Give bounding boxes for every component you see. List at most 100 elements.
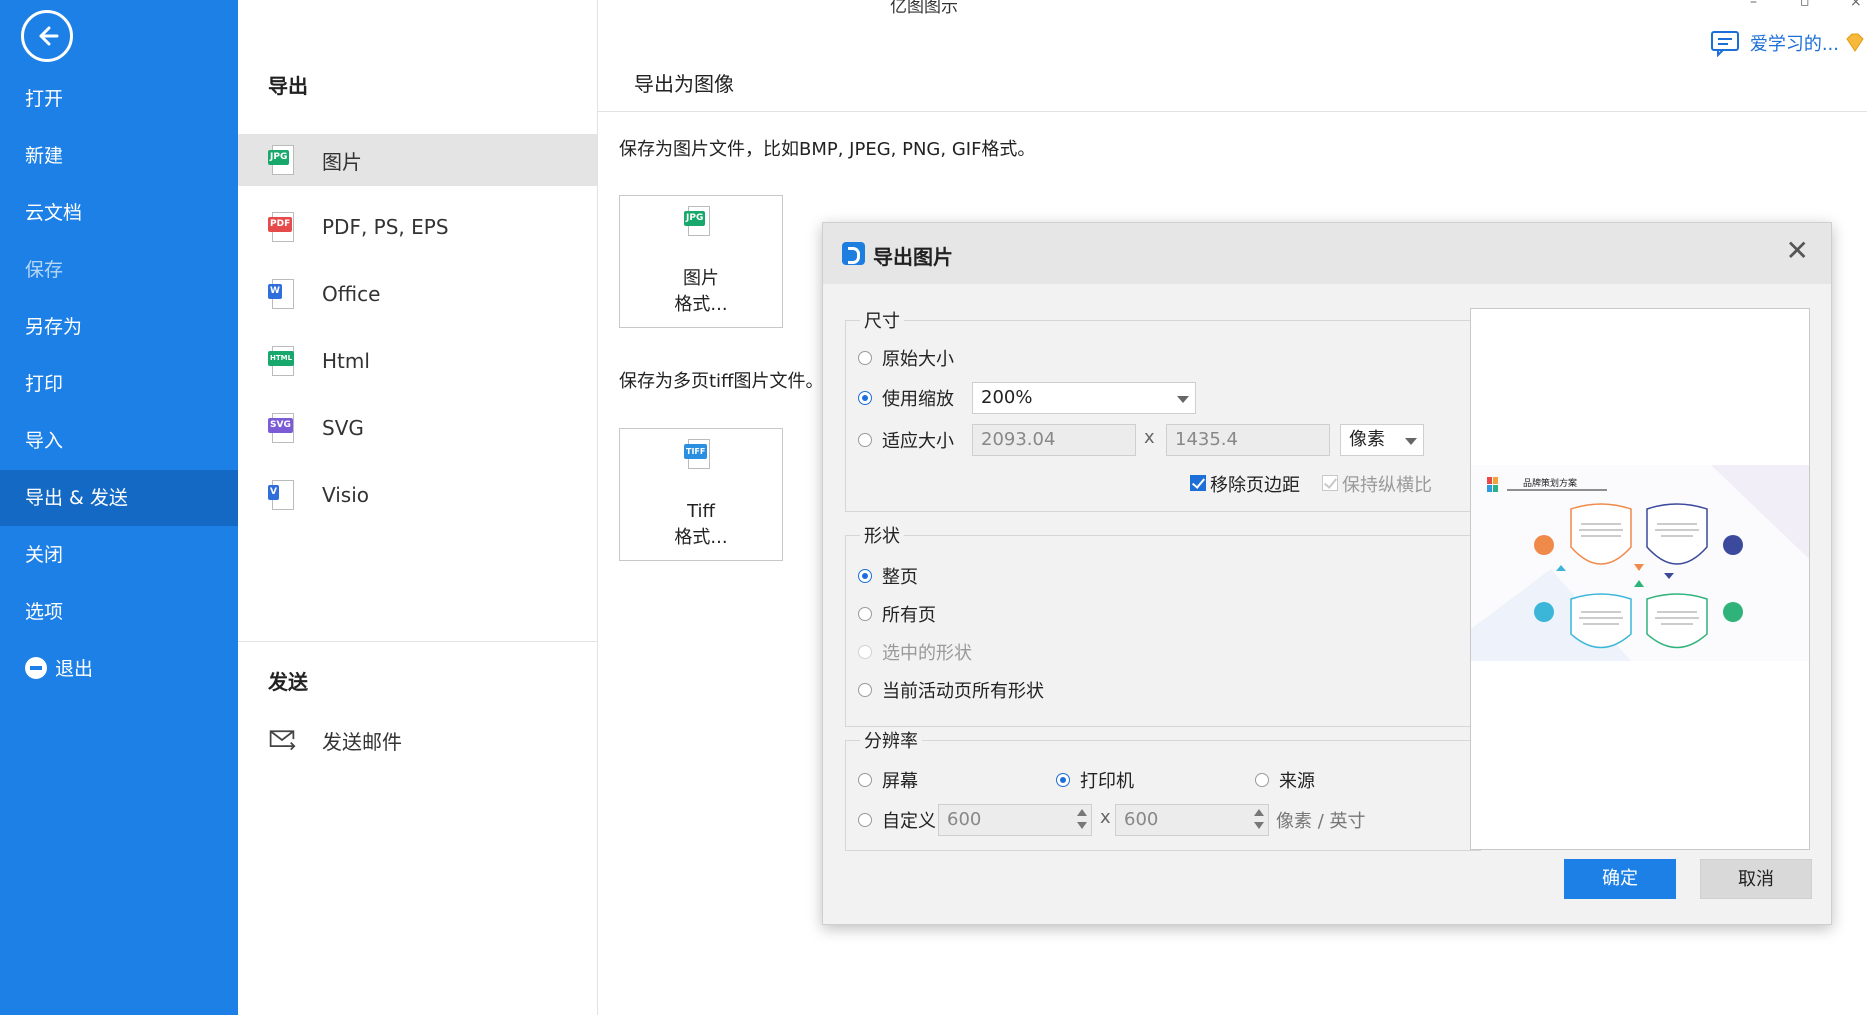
jpg-file-icon: JPG [268, 143, 296, 177]
app-title: 亿图图示 [890, 0, 958, 17]
stepper-arrows-icon[interactable] [1077, 809, 1087, 829]
feedback-icon[interactable] [1710, 29, 1742, 57]
export-item-svg[interactable]: SVG SVG [238, 402, 597, 454]
custom-label: 自定义 [882, 811, 936, 832]
sidebar: 打开 新建 云文档 保存 另存为 打印 导入 导出 & 发送 关闭 选项 退出 [0, 0, 238, 1015]
original-size-label: 原始大小 [882, 349, 954, 370]
email-send-icon [269, 730, 296, 751]
image-export-description: 保存为图片文件，比如BMP, JPEG, PNG, GIF格式。 [619, 139, 1036, 160]
use-zoom-radio[interactable] [858, 391, 872, 405]
export-item-label: PDF, PS, EPS [322, 215, 449, 239]
sidebar-item-open[interactable]: 打开 [0, 71, 238, 127]
back-button[interactable] [21, 10, 73, 62]
resolution-x-stepper[interactable]: 600 [938, 804, 1092, 836]
fit-size-radio[interactable] [858, 433, 872, 447]
sidebar-item-import[interactable]: 导入 [0, 413, 238, 469]
export-item-label: Visio [322, 483, 370, 507]
whole-page-radio[interactable] [858, 569, 872, 583]
send-email-item[interactable]: 发送邮件 [238, 714, 597, 766]
jpg-file-icon: JPG [684, 204, 712, 238]
tiff-export-description: 保存为多页tiff图片文件。 [619, 371, 824, 392]
sidebar-item-save[interactable]: 保存 [0, 242, 238, 298]
sidebar-item-new[interactable]: 新建 [0, 128, 238, 184]
unit-value: 像素 [1349, 429, 1385, 450]
sidebar-item-close[interactable]: 关闭 [0, 527, 238, 583]
sidebar-item-print[interactable]: 打印 [0, 356, 238, 412]
export-item-html[interactable]: HTML Html [238, 335, 597, 387]
chevron-down-icon [1405, 438, 1417, 445]
restore-button[interactable]: ▫ [1800, 0, 1810, 10]
resolution-y-value: 600 [1124, 809, 1159, 830]
resolution-x-value: 600 [947, 809, 982, 830]
fit-size-label: 适应大小 [882, 431, 954, 452]
resolution-times-label: x [1100, 807, 1111, 828]
dialog-close-button[interactable]: ✕ [1786, 237, 1809, 265]
pdf-file-icon: PDF [268, 210, 296, 244]
tiff-format-tile[interactable]: TIFF Tiff 格式... [619, 428, 783, 561]
user-name[interactable]: 爱学习的... [1750, 30, 1839, 56]
export-section-title: 导出 [268, 74, 308, 98]
panel-divider [238, 641, 597, 642]
resolution-y-stepper[interactable]: 600 [1115, 804, 1269, 836]
tile-label-line2: 格式... [674, 294, 728, 315]
size-times-label: x [1144, 427, 1155, 448]
sidebar-item-cloud-docs[interactable]: 云文档 [0, 185, 238, 241]
export-item-visio[interactable]: V Visio [238, 469, 597, 521]
current-page-shapes-label: 当前活动页所有形状 [882, 681, 1044, 702]
window-close-button[interactable]: × [1850, 0, 1862, 10]
shape-group-title: 形状 [860, 522, 904, 548]
unit-select[interactable]: 像素 [1340, 424, 1424, 456]
export-item-image[interactable]: JPG 图片 [238, 134, 597, 186]
custom-radio[interactable] [858, 813, 872, 827]
width-input[interactable]: 2093.04 [972, 424, 1136, 456]
content-title: 导出为图像 [634, 72, 734, 96]
resolution-group: 分辨率 屏幕 打印机 来源 自定义 600 x 600 像素 / 英寸 [845, 727, 1481, 851]
app-logo-icon [842, 242, 865, 265]
keep-ratio-checkbox[interactable] [1322, 475, 1338, 491]
user-area[interactable]: 爱学习的... [1710, 28, 1867, 58]
sidebar-item-save-as[interactable]: 另存为 [0, 299, 238, 355]
arrow-left-icon [39, 26, 59, 46]
export-item-pdf[interactable]: PDF PDF, PS, EPS [238, 201, 597, 253]
send-email-label: 发送邮件 [322, 729, 402, 754]
printer-radio[interactable] [1056, 773, 1070, 787]
export-item-label: Office [322, 282, 381, 306]
original-size-radio[interactable] [858, 351, 872, 365]
sidebar-item-exit-label: 退出 [55, 658, 94, 680]
ok-button[interactable]: 确定 [1564, 859, 1676, 899]
source-label: 来源 [1279, 771, 1315, 792]
keep-ratio-label: 保持纵横比 [1342, 475, 1432, 496]
resolution-group-title: 分辨率 [860, 727, 922, 753]
diagram-preview-image: 品牌策划方案 [1471, 465, 1809, 661]
sidebar-item-exit[interactable]: 退出 [0, 641, 238, 697]
current-page-shapes-radio[interactable] [858, 683, 872, 697]
selected-shapes-radio[interactable] [858, 645, 872, 659]
svg-file-icon: SVG [268, 411, 296, 445]
shape-group: 形状 整页 所有页 选中的形状 当前活动页所有形状 [845, 522, 1481, 727]
source-radio[interactable] [1255, 773, 1269, 787]
selected-shapes-label: 选中的形状 [882, 643, 972, 664]
export-image-dialog: 导出图片 ✕ 尺寸 原始大小 使用缩放 200% 适应大小 2093.04 x … [822, 222, 1832, 925]
zoom-value: 200% [981, 387, 1033, 408]
word-file-icon: W [268, 277, 296, 311]
remove-margin-checkbox[interactable] [1190, 475, 1206, 491]
screen-radio[interactable] [858, 773, 872, 787]
vip-diamond-icon [1846, 33, 1864, 52]
cancel-button[interactable]: 取消 [1700, 859, 1812, 899]
stepper-arrows-icon[interactable] [1254, 809, 1264, 829]
zoom-select[interactable]: 200% [972, 382, 1196, 414]
sidebar-item-options[interactable]: 选项 [0, 584, 238, 640]
html-file-icon: HTML [268, 344, 296, 378]
all-pages-radio[interactable] [858, 607, 872, 621]
visio-file-icon: V [268, 478, 296, 512]
minimize-button[interactable]: – [1750, 0, 1757, 10]
export-panel: 导出 JPG 图片 PDF PDF, PS, EPS W Office HTML… [238, 0, 598, 1015]
height-input[interactable]: 1435.4 [1166, 424, 1330, 456]
export-item-office[interactable]: W Office [238, 268, 597, 320]
image-format-tile[interactable]: JPG 图片 格式... [619, 195, 783, 328]
export-item-label: Html [322, 349, 370, 373]
sidebar-item-export-send[interactable]: 导出 & 发送 [0, 470, 238, 526]
exit-icon [25, 657, 47, 679]
tiff-file-icon: TIFF [684, 437, 712, 471]
send-section-title: 发送 [268, 670, 308, 694]
